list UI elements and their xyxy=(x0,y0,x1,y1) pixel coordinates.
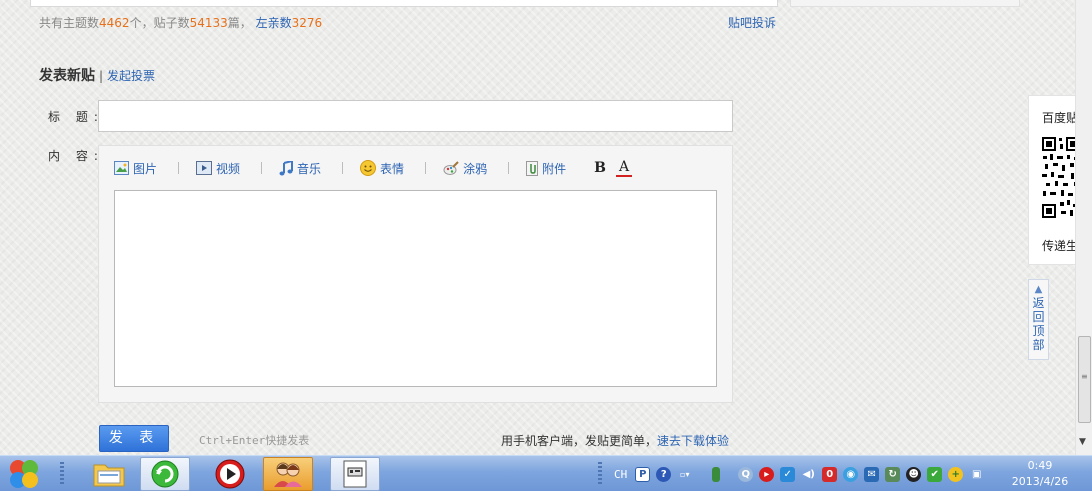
security-icon[interactable]: 0 xyxy=(822,466,838,482)
clock-date: 2013/4/26 xyxy=(1011,475,1069,488)
emoji-label: 表情 xyxy=(380,161,405,176)
complaint-link[interactable]: 贴吧投诉 xyxy=(728,14,776,31)
font-color-button[interactable]: A xyxy=(616,159,632,177)
back-to-top-label: 返回顶部 xyxy=(1032,296,1045,352)
arrow-up-icon: ▲ xyxy=(1034,284,1043,295)
start-button-icon[interactable] xyxy=(4,458,44,490)
shield-icon[interactable]: ✔ xyxy=(927,466,943,482)
insert-music-button[interactable]: 音乐 xyxy=(279,160,321,177)
ime-icon[interactable]: P xyxy=(635,466,651,482)
ime-options-icon[interactable]: ▫▾ xyxy=(677,467,692,482)
title-label: 标 题: xyxy=(48,110,104,124)
image-label: 图片 xyxy=(133,161,158,176)
toolbar-divider xyxy=(261,162,263,174)
thunder-icon[interactable]: ✓ xyxy=(780,466,796,482)
scroll-down-arrow-icon[interactable]: ▼ xyxy=(1079,437,1086,447)
attachment-label: 附件 xyxy=(542,161,567,176)
top-side-box xyxy=(790,0,1020,7)
plus-tray-icon[interactable]: + xyxy=(948,466,964,482)
toolbar-divider xyxy=(342,162,344,174)
insert-video-button[interactable]: 视频 xyxy=(196,160,240,177)
clock-time: 0:49 xyxy=(1027,459,1053,472)
taskbar-explorer[interactable] xyxy=(84,457,134,491)
tray-grip xyxy=(598,462,602,486)
toolbar-divider xyxy=(425,162,427,174)
submit-button[interactable]: 发 表 xyxy=(99,425,169,452)
taskbar-window[interactable] xyxy=(330,457,380,491)
content-textarea[interactable] xyxy=(114,190,717,387)
volume-icon[interactable]: ◀) xyxy=(801,467,816,482)
topics-label: 共有主题数 xyxy=(39,16,100,30)
post-heading: 发表新贴 | 发起投票 xyxy=(39,65,155,85)
taskbar-grip xyxy=(60,462,64,486)
messenger-icon[interactable]: ✉ xyxy=(864,466,880,482)
toolbar-divider xyxy=(508,162,510,174)
music-icon xyxy=(279,160,294,175)
brush-icon xyxy=(443,160,459,175)
taskbar-media-player[interactable] xyxy=(205,457,255,491)
taskbar-browser-active[interactable] xyxy=(140,457,190,491)
shortcut-hint: Ctrl+Enter快捷发表 xyxy=(199,434,310,447)
back-to-top-button[interactable]: ▲ 返回顶部 xyxy=(1028,279,1049,360)
new-post-title: 发表新贴 xyxy=(39,68,95,84)
input-language[interactable]: CH xyxy=(614,468,627,481)
qq-penguin-icon[interactable]: ☻ xyxy=(906,466,922,482)
content-label: 内 容: xyxy=(48,149,104,163)
forum-stats: 共有主题数4462个，贴子数54133篇， 左亲数3276 xyxy=(39,14,322,31)
network-icon[interactable]: ◉ xyxy=(843,466,859,482)
scrollbar-grip: ≡ xyxy=(1081,372,1088,381)
title-input[interactable] xyxy=(98,100,733,132)
help-icon[interactable]: ? xyxy=(656,466,672,482)
editor-toolbar: 图片 视频 音乐 表情 涂鸦 附件 xyxy=(114,157,566,179)
scrollbar-thumb[interactable]: ≡ xyxy=(1078,336,1091,423)
windows-taskbar: CH P ? ▫▾ Q ▸ ✓ ◀) 0 ◉ ✉ ↻ ☻ ✔ + ▣ 0:49 … xyxy=(0,455,1092,491)
mobile-promo: 用手机客户端，发贴更简单，速去下载体验 xyxy=(501,432,729,449)
users-icon xyxy=(274,462,302,487)
download-link[interactable]: 速去下载体验 xyxy=(657,434,729,448)
insert-image-button[interactable]: 图片 xyxy=(114,160,157,177)
insert-attachment-button[interactable]: 附件 xyxy=(526,160,566,177)
topics-count: 4462 xyxy=(99,16,130,30)
topics-unit: 个，贴子数 xyxy=(129,16,190,30)
insert-emoji-button[interactable]: 表情 xyxy=(360,160,404,177)
browser-icon xyxy=(151,460,179,488)
start-vote-link[interactable]: 发起投票 xyxy=(107,69,155,83)
music-label: 音乐 xyxy=(297,161,322,176)
image-icon xyxy=(114,161,129,175)
usb-icon[interactable] xyxy=(712,466,721,482)
search-tray-icon[interactable]: Q xyxy=(738,466,754,482)
video-icon xyxy=(196,161,213,175)
paperclip-icon xyxy=(526,160,539,176)
play-icon xyxy=(215,459,245,489)
mobile-promo-text: 用手机客户端，发贴更简单， xyxy=(501,434,658,448)
qr-title: 百度贴 xyxy=(1042,111,1079,125)
insert-doodle-button[interactable]: 涂鸦 xyxy=(443,160,487,177)
taskbar-contacts[interactable] xyxy=(263,457,313,491)
members-link[interactable]: 左亲数 xyxy=(256,16,292,30)
window-icon xyxy=(343,460,367,488)
video-label: 视频 xyxy=(216,161,241,176)
bold-button[interactable]: B xyxy=(592,159,608,177)
posts-unit: 篇， xyxy=(227,16,252,30)
system-tray: CH P ? ▫▾ Q ▸ ✓ ◀) 0 ◉ ✉ ↻ ☻ ✔ + ▣ xyxy=(608,456,990,491)
members-count: 3276 xyxy=(291,16,323,30)
top-content-box xyxy=(30,0,778,7)
doodle-label: 涂鸦 xyxy=(463,161,488,176)
posts-count: 54133 xyxy=(189,16,228,30)
smiley-icon xyxy=(360,160,377,176)
taskbar-clock[interactable]: 0:49 2013/4/26 xyxy=(1008,458,1072,490)
qr-caption: 传递生 xyxy=(1042,239,1079,253)
player-tray-icon[interactable]: ▸ xyxy=(759,466,775,482)
page-scrollbar[interactable]: ≡ ▼ xyxy=(1075,0,1092,455)
toolbar-divider xyxy=(178,162,180,174)
update-icon[interactable]: ↻ xyxy=(885,466,901,482)
heading-separator: | xyxy=(99,69,104,83)
display-icon[interactable]: ▣ xyxy=(969,467,984,482)
folder-icon xyxy=(93,464,125,487)
